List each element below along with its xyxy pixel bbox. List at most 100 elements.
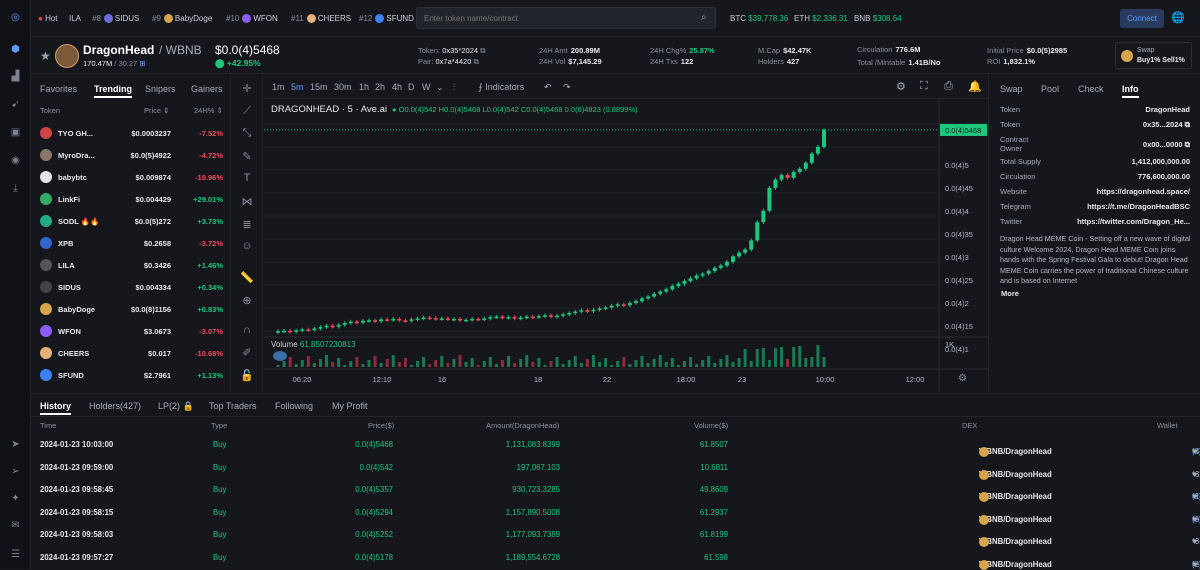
info-token-addr[interactable]: Token 0x35...2024 ⧉ (1000, 120, 1190, 129)
tab-history[interactable]: History (40, 401, 72, 415)
info-twitter[interactable]: Twitter https://twitter.com/Dragon_He... (1000, 217, 1190, 226)
magnet-icon[interactable]: ∩ (240, 324, 254, 336)
trade-row[interactable]: 2024-01-23 09:57:27 Buy 0.0(4)5178 1,189,55… (31, 546, 1200, 570)
chart-settings-icon[interactable]: ⚙ (958, 373, 967, 384)
crosshair-icon[interactable]: ✛ (240, 82, 254, 95)
home-icon[interactable]: ⬢ (8, 42, 23, 57)
globe-icon[interactable]: 🌐 (1171, 11, 1185, 24)
connect-button[interactable]: Connect (1120, 9, 1164, 28)
token-list-row[interactable]: TYO GH... $0.0003237 -7.52% (31, 122, 231, 144)
trade-row[interactable]: 2024-01-23 10:03:00 Buy 0.0(4)5468 1,131,08… (31, 433, 1200, 457)
price-chart[interactable]: 0.0(4)5468 0.0(4)5 0.0(4)45 0.0(4)4 0.0(4)35… (264, 99, 988, 392)
token-list-row[interactable]: SFUND $2.7961 +1.13% (31, 364, 231, 386)
rocket-icon[interactable]: ➹ (8, 97, 23, 112)
search-input[interactable] (416, 7, 716, 29)
alert-icon[interactable]: 🔔 (968, 80, 982, 93)
token-list-row[interactable]: LILA $0.3426 +1.46% (31, 254, 231, 276)
chart-svg[interactable]: 0.0(4)5468 0.0(4)5 0.0(4)45 0.0(4)4 0.0(4)35… (264, 99, 988, 392)
menu-icon[interactable]: ☰ (8, 547, 23, 562)
ticker-ila[interactable]: ILA (69, 14, 81, 23)
ray-icon[interactable]: ⤡ (240, 127, 254, 140)
ticker-hot[interactable]: ● Hot (38, 14, 58, 23)
interval-4h[interactable]: 4h (392, 82, 402, 92)
tab-gainers[interactable]: Gainers (191, 84, 223, 94)
radar-icon[interactable]: ◉ (8, 153, 23, 168)
settings-icon[interactable]: ⚙ (896, 80, 906, 93)
undo-icon[interactable]: ↶ (544, 82, 552, 93)
info-owner[interactable]: Contract Owner 0x00...0000 ⧉ (1000, 135, 1190, 153)
tab-favorites[interactable]: Favorites (40, 84, 77, 94)
trade-row[interactable]: 2024-01-23 09:58:03 Buy 0.0(4)5252 1,177,09… (31, 523, 1200, 547)
interval-d[interactable]: D (408, 82, 415, 92)
emoji-icon[interactable]: ☺ (240, 240, 254, 252)
token-list-row[interactable]: babybtc $0.009874 -19.96% (31, 166, 231, 188)
lock-icon[interactable]: 🔓 (240, 369, 254, 382)
tab-my-profit[interactable]: My Profit (332, 401, 368, 411)
trendline-icon[interactable]: ⟋ (240, 105, 254, 118)
send-icon[interactable]: ➢ (8, 464, 23, 479)
pattern-icon[interactable]: ⋈ (240, 195, 254, 208)
token-list-row[interactable]: WFON $3.0673 -3.07% (31, 320, 231, 342)
star-icon[interactable]: ★ (40, 49, 51, 63)
ticker-cheers[interactable]: #11 CHEERS (291, 14, 351, 24)
token-list-row[interactable]: BabyDoge $0.0(8)1156 +0.83% (31, 298, 231, 320)
telegram-icon[interactable]: ➤ (8, 437, 23, 452)
indicators-button[interactable]: ⨍ Indicators (478, 82, 524, 93)
interval-30m[interactable]: 30m (334, 82, 352, 92)
redo-icon[interactable]: ↷ (563, 82, 571, 93)
fullscreen-icon[interactable]: ⛶ (920, 80, 928, 93)
search-icon[interactable]: ⌕ (701, 12, 707, 23)
interval-1h[interactable]: 1h (359, 82, 369, 92)
interval-2h[interactable]: 2h (375, 82, 385, 92)
token-list-row[interactable]: MyroDra... $0.0(5)4922 -4.72% (31, 144, 231, 166)
chart-bars-icon[interactable]: ▟ (8, 69, 23, 84)
col-24h[interactable]: 24H% ⇕ (194, 106, 223, 115)
tab-check[interactable]: Check (1078, 84, 1104, 94)
download-icon[interactable]: ⤓ (8, 181, 23, 196)
mail-icon[interactable]: ✉ (8, 518, 23, 533)
twitter-icon[interactable]: ✦ (8, 491, 23, 506)
interval-5m[interactable]: 5m (291, 82, 304, 92)
tab-lp[interactable]: LP(2) 🔒 (158, 401, 194, 412)
token-list-row[interactable]: SODL 🔥🔥 $0.0(5)272 +3.73% (31, 210, 231, 232)
tab-top-traders[interactable]: Top Traders (209, 401, 257, 411)
brush-icon[interactable]: ✎ (240, 150, 254, 163)
interval-1m[interactable]: 1m (272, 82, 285, 92)
pair-addr[interactable]: Pair: 0x7a*4420 ⧉ (418, 57, 479, 67)
wallet-icon[interactable]: ▣ (8, 125, 23, 140)
text-icon[interactable]: T (240, 172, 254, 184)
tab-info[interactable]: Info (1122, 84, 1139, 98)
interval-15m[interactable]: 15m (310, 82, 328, 92)
info-telegram[interactable]: Telegram https://t.me/DragonHeadBSC (1000, 202, 1190, 211)
tab-pool[interactable]: Pool (1041, 84, 1059, 94)
token-list-row[interactable]: XPB $0.2658 -3.72% (31, 232, 231, 254)
token-list-row[interactable]: CHEERS $0.017 -10.68% (31, 342, 231, 364)
tab-trending[interactable]: Trending (94, 84, 132, 98)
candle-type-icon[interactable]: ⫶ (453, 82, 455, 93)
trade-row[interactable]: 2024-01-23 09:58:15 Buy 0.0(4)5294 1,157,89… (31, 501, 1200, 525)
swap-tax-box[interactable]: Swap Buy1% Sell1% (1115, 42, 1192, 69)
col-price[interactable]: Price ⇕ (144, 106, 169, 115)
camera-icon[interactable]: ⎙ (944, 80, 953, 93)
lock-draw-icon[interactable]: ✐ (240, 346, 254, 359)
ruler-icon[interactable]: 📏 (240, 271, 254, 284)
ticker-wfon[interactable]: #10 WFON (226, 14, 278, 24)
ticker-sfund[interactable]: #12 SFUND (359, 14, 414, 24)
interval-w[interactable]: W (422, 82, 431, 92)
tab-swap[interactable]: Swap (1000, 84, 1023, 94)
trade-row[interactable]: 2024-01-23 09:58:45 Buy 0.0(4)5357 930,723.… (31, 478, 1200, 502)
tab-holders[interactable]: Holders(427) (89, 401, 141, 411)
filter-icon[interactable]: ⏷ (1192, 560, 1198, 570)
more-link[interactable]: More (1001, 289, 1019, 298)
info-website[interactable]: Website https://dragonhead.space/ (1000, 187, 1190, 196)
token-list-row[interactable]: SIDUS $0.004334 +0.34% (31, 276, 231, 298)
fib-icon[interactable]: ≣ (240, 218, 254, 231)
ticker-babydoge[interactable]: #9 BabyDoge (152, 14, 212, 24)
tab-following[interactable]: Following (275, 401, 313, 411)
chevron-down-icon[interactable]: ⌄ (436, 82, 444, 93)
tab-snipers[interactable]: Snipers (145, 84, 176, 94)
token-list-row[interactable]: LinkFi $0.004429 +29.01% (31, 188, 231, 210)
zoom-icon[interactable]: ⊕ (240, 294, 254, 307)
token-addr[interactable]: Token: 0x35*2024 ⧉ (418, 46, 486, 56)
trade-row[interactable]: 2024-01-23 09:59:00 Buy 0.0(4)542 197,067.1… (31, 456, 1200, 480)
